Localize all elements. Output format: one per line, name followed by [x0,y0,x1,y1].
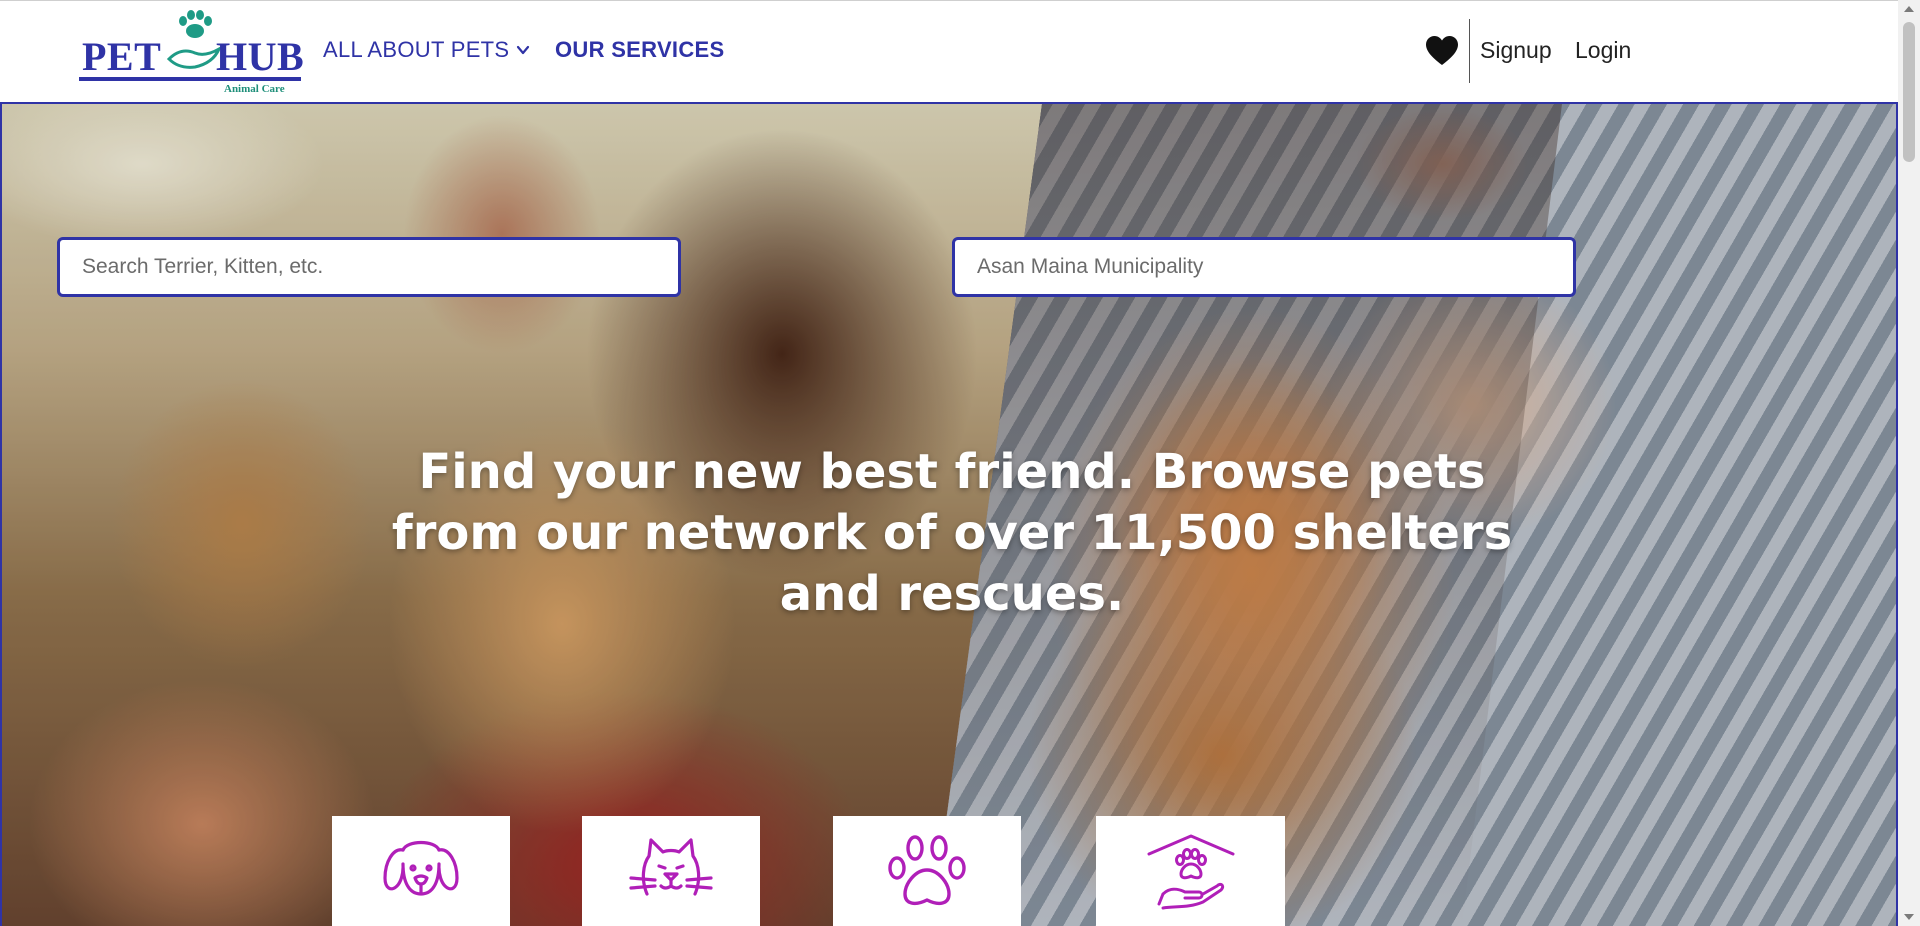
dog-icon [383,840,459,896]
page-scrollbar[interactable] [1898,0,1920,926]
chevron-down-icon[interactable] [515,42,531,58]
paw-icon [888,835,966,906]
heart-icon[interactable] [1425,35,1459,67]
top-navigation-bar: PET HUB Animal Care ALL ABOUT PETS OUR S… [0,0,1898,102]
scroll-up-arrow-icon[interactable] [1904,6,1914,12]
logo-word-hub: HUB [216,34,305,79]
nav-our-services[interactable]: OUR SERVICES [555,37,724,63]
shelter-icon [1147,834,1234,910]
location-search-input[interactable] [952,237,1576,297]
category-card-shelters[interactable] [1096,816,1285,926]
scroll-down-arrow-icon[interactable] [1904,914,1914,920]
hero-banner: Find your new best friend. Browse pets f… [0,102,1898,926]
category-card-cats[interactable] [582,816,760,926]
cat-icon [629,838,713,896]
header-divider [1469,19,1470,83]
category-card-dogs[interactable] [332,816,510,926]
pet-search-input[interactable] [57,237,681,297]
nav-all-about-pets[interactable]: ALL ABOUT PETS [323,37,509,63]
logo-word-pet: PET [82,34,162,79]
hero-title: Find your new best friend. Browse pets f… [391,444,1513,622]
logo-underline [79,77,301,81]
login-link[interactable]: Login [1575,37,1631,64]
pethub-logo[interactable]: PET HUB Animal Care [79,7,305,97]
scrollbar-thumb[interactable] [1903,22,1915,162]
category-card-other-animals[interactable] [833,816,1021,926]
logo-tagline: Animal Care [224,83,285,95]
signup-link[interactable]: Signup [1480,37,1552,64]
